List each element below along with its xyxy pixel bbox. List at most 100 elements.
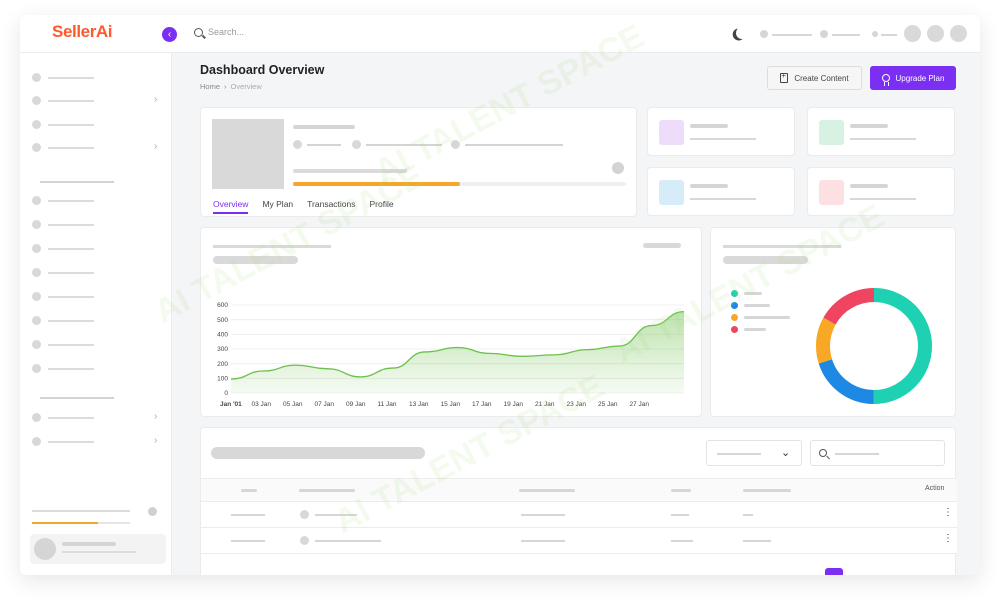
stat-card[interactable] [647,107,795,156]
column-header[interactable] [519,489,575,492]
sidebar-item[interactable]: › [32,411,162,423]
sidebar-item[interactable] [32,120,162,130]
sidebar-section-heading [40,397,114,399]
sidebar-item[interactable]: › [32,94,162,106]
user-profile-card[interactable] [30,534,166,564]
area-chart: 0 100 200 300 400 500 600 Jan '01 03 Jan 05 Jan 07… [217,302,685,408]
table-title [211,447,425,459]
sidebar-item[interactable] [32,340,162,350]
sidebar-item[interactable]: › [32,141,162,153]
stat-icon [659,180,684,205]
table-row[interactable]: ⋮ [201,528,957,554]
chevron-right-icon: › [154,94,158,105]
chevron-right-icon: › [154,141,158,152]
x-tick-label: 11 Jan [378,401,397,408]
x-tick-label: 23 Jan [567,401,587,408]
x-tick-label: 17 Jan [472,401,492,408]
topbar-dot-2[interactable] [820,30,828,38]
actions-column-header: Action [925,485,945,492]
profile-tabs: Overview My Plan Transactions Profile [213,199,394,214]
x-tick-label: 27 Jan [630,401,650,408]
filter-dropdown[interactable]: ⌄ [706,440,802,466]
y-tick-label: 200 [217,361,228,368]
table-row[interactable]: ⋮ [201,502,957,528]
menu-icon [32,244,41,253]
topbar-dot-1[interactable] [760,30,768,38]
y-tick-label: 500 [217,317,228,324]
search-bar[interactable]: Search... [194,27,244,37]
breadcrumb-home[interactable]: Home [200,82,220,91]
sidebar-progress-dot [148,507,157,516]
more-options-icon[interactable]: ⋮ [943,508,953,518]
notification-icon[interactable] [904,25,921,42]
area-fill [231,311,684,393]
search-input[interactable]: Search... [208,27,244,37]
chevron-right-icon: › [154,435,158,446]
pagination-current-page[interactable] [825,568,843,575]
sidebar-item[interactable] [32,268,162,278]
settings-icon[interactable] [927,25,944,42]
dark-mode-icon[interactable] [735,26,749,40]
upgrade-plan-button[interactable]: Upgrade Plan [870,66,956,90]
progress-label [293,169,407,173]
create-content-button[interactable]: Create Content [767,66,862,90]
menu-icon [32,316,41,325]
column-header[interactable] [671,489,691,492]
tab-overview[interactable]: Overview [213,199,249,214]
row-avatar [300,536,309,545]
x-tick-label: 25 Jan [598,401,618,408]
more-options-icon[interactable]: ⋮ [943,534,953,544]
sidebar-item[interactable] [32,316,162,326]
stat-icon [819,120,844,145]
meta-icon [293,140,302,149]
sidebar-item[interactable] [32,73,162,83]
tab-profile[interactable]: Profile [370,199,394,214]
menu-icon [32,364,41,373]
donut-card [710,227,956,417]
tab-my-plan[interactable]: My Plan [262,199,293,214]
sidebar-item[interactable] [32,244,162,254]
avatar[interactable] [950,25,967,42]
sidebar-progress-fill [32,522,98,524]
x-tick-label: 07 Jan [315,401,335,408]
x-tick-label: 19 Jan [504,401,524,408]
x-tick-label: 13 Jan [409,401,429,408]
menu-icon [32,73,41,82]
menu-icon [32,292,41,301]
table-search-input[interactable] [810,440,945,466]
menu-icon [32,120,41,129]
profile-image [212,119,284,189]
sidebar-item[interactable] [32,196,162,206]
column-header[interactable] [743,489,791,492]
column-header[interactable] [241,489,257,492]
stat-icon [819,180,844,205]
x-tick-label: 05 Jan [283,401,303,408]
chevron-right-icon: › [154,411,158,422]
app-logo[interactable]: SellerAi [52,22,113,42]
stat-card[interactable] [647,167,795,216]
x-tick-label: 15 Jan [441,401,461,408]
search-icon [194,27,203,37]
sidebar-item[interactable] [32,292,162,302]
sidebar-section-heading [40,181,114,183]
y-tick-label: 0 [224,390,228,397]
breadcrumb: Home › Overview [200,82,262,91]
stat-card[interactable] [807,167,955,216]
tab-transactions[interactable]: Transactions [307,199,355,214]
profile-progress-bar [293,182,626,186]
y-tick-label: 100 [217,376,228,383]
sidebar-item[interactable] [32,220,162,230]
menu-icon [32,143,41,152]
topbar-dot-3[interactable] [872,31,878,37]
column-header[interactable] [299,489,355,492]
document-add-icon [780,71,789,83]
sidebar-item[interactable] [32,364,162,374]
meta-icon [352,140,361,149]
sidebar-item[interactable]: › [32,435,162,447]
stat-card[interactable] [807,107,955,156]
topbar-placeholder-1 [772,34,812,36]
menu-icon [32,340,41,349]
sidebar-progress-label [32,510,130,512]
y-tick-label: 300 [217,346,228,353]
collapse-sidebar-button[interactable]: ‹ [162,27,177,42]
